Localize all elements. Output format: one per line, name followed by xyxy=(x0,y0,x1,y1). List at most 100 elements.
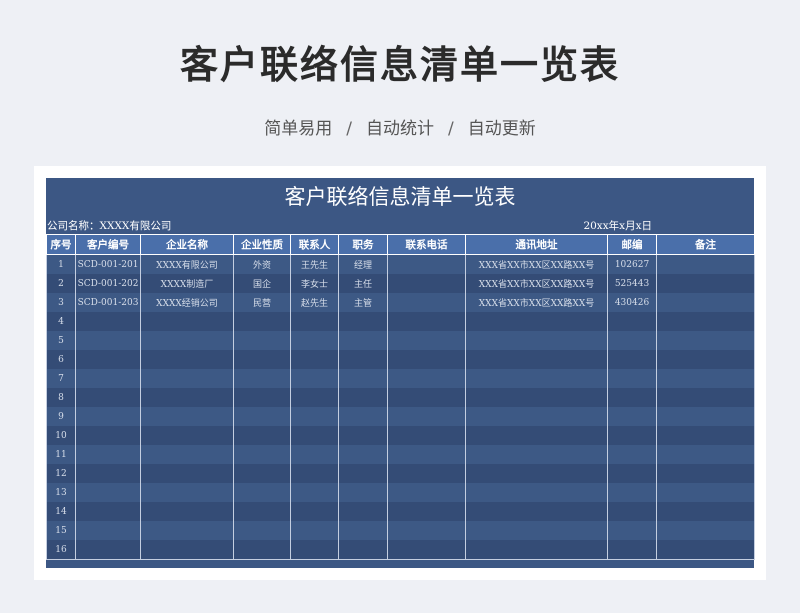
table-cell[interactable] xyxy=(607,369,657,388)
table-cell[interactable]: 2 xyxy=(46,274,76,293)
table-cell[interactable] xyxy=(656,293,755,312)
table-cell[interactable] xyxy=(233,483,291,502)
table-cell[interactable] xyxy=(387,426,466,445)
table-cell[interactable] xyxy=(75,312,141,331)
table-cell[interactable] xyxy=(387,502,466,521)
table-cell[interactable]: 11 xyxy=(46,445,76,464)
table-cell[interactable] xyxy=(233,502,291,521)
table-cell[interactable] xyxy=(290,369,339,388)
table-cell[interactable] xyxy=(140,369,234,388)
table-cell[interactable]: XXXX经销公司 xyxy=(140,293,234,312)
table-cell[interactable] xyxy=(75,388,141,407)
table-cell[interactable] xyxy=(75,426,141,445)
table-cell[interactable] xyxy=(290,464,339,483)
table-cell[interactable] xyxy=(465,388,608,407)
table-cell[interactable] xyxy=(607,331,657,350)
table-cell[interactable] xyxy=(233,350,291,369)
table-cell[interactable]: 12 xyxy=(46,464,76,483)
table-cell[interactable] xyxy=(233,464,291,483)
table-cell[interactable] xyxy=(607,540,657,560)
table-cell[interactable]: 1 xyxy=(46,254,76,274)
table-cell[interactable] xyxy=(656,312,755,331)
table-cell[interactable] xyxy=(290,407,339,426)
table-cell[interactable] xyxy=(338,312,388,331)
table-cell[interactable] xyxy=(338,464,388,483)
table-cell[interactable] xyxy=(465,331,608,350)
table-cell[interactable] xyxy=(75,407,141,426)
table-cell[interactable] xyxy=(656,521,755,540)
table-cell[interactable] xyxy=(387,350,466,369)
table-cell[interactable]: 民营 xyxy=(233,293,291,312)
table-cell[interactable] xyxy=(75,445,141,464)
table-cell[interactable] xyxy=(607,407,657,426)
table-cell[interactable]: SCD-001-203 xyxy=(75,293,141,312)
table-cell[interactable] xyxy=(75,331,141,350)
table-cell[interactable] xyxy=(607,483,657,502)
table-cell[interactable]: 主任 xyxy=(338,274,388,293)
table-cell[interactable] xyxy=(338,369,388,388)
table-cell[interactable]: 3 xyxy=(46,293,76,312)
table-cell[interactable] xyxy=(387,369,466,388)
table-cell[interactable]: XXX省XX市XX区XX路XX号 xyxy=(465,293,608,312)
table-cell[interactable]: 国企 xyxy=(233,274,291,293)
table-cell[interactable] xyxy=(607,502,657,521)
table-cell[interactable]: 5 xyxy=(46,331,76,350)
table-cell[interactable] xyxy=(338,426,388,445)
table-cell[interactable] xyxy=(387,254,466,274)
table-cell[interactable] xyxy=(75,350,141,369)
table-cell[interactable] xyxy=(290,540,339,560)
table-cell[interactable] xyxy=(656,254,755,274)
table-cell[interactable] xyxy=(607,426,657,445)
table-cell[interactable] xyxy=(465,407,608,426)
table-cell[interactable] xyxy=(233,445,291,464)
table-cell[interactable]: 李女士 xyxy=(290,274,339,293)
table-cell[interactable] xyxy=(465,502,608,521)
table-cell[interactable] xyxy=(290,502,339,521)
table-cell[interactable] xyxy=(338,540,388,560)
table-cell[interactable] xyxy=(465,464,608,483)
table-cell[interactable] xyxy=(140,445,234,464)
table-cell[interactable] xyxy=(290,331,339,350)
table-cell[interactable] xyxy=(233,312,291,331)
table-cell[interactable] xyxy=(290,521,339,540)
table-cell[interactable] xyxy=(607,464,657,483)
table-cell[interactable] xyxy=(338,350,388,369)
table-cell[interactable] xyxy=(607,521,657,540)
table-cell[interactable] xyxy=(233,407,291,426)
table-cell[interactable]: XXX省XX市XX区XX路XX号 xyxy=(465,274,608,293)
table-cell[interactable] xyxy=(140,331,234,350)
table-cell[interactable] xyxy=(387,407,466,426)
table-cell[interactable] xyxy=(465,521,608,540)
table-cell[interactable] xyxy=(338,388,388,407)
table-cell[interactable]: 430426 xyxy=(607,293,657,312)
table-cell[interactable] xyxy=(290,426,339,445)
table-cell[interactable] xyxy=(387,312,466,331)
table-cell[interactable] xyxy=(656,331,755,350)
table-cell[interactable]: 13 xyxy=(46,483,76,502)
table-cell[interactable] xyxy=(75,540,141,560)
table-cell[interactable] xyxy=(656,274,755,293)
table-cell[interactable]: 525443 xyxy=(607,274,657,293)
table-cell[interactable] xyxy=(387,293,466,312)
table-cell[interactable] xyxy=(233,426,291,445)
table-cell[interactable] xyxy=(387,274,466,293)
table-cell[interactable] xyxy=(656,369,755,388)
table-cell[interactable]: 15 xyxy=(46,521,76,540)
table-cell[interactable] xyxy=(290,483,339,502)
table-cell[interactable]: 8 xyxy=(46,388,76,407)
table-cell[interactable] xyxy=(656,426,755,445)
table-cell[interactable] xyxy=(338,445,388,464)
table-cell[interactable] xyxy=(75,502,141,521)
table-cell[interactable] xyxy=(140,464,234,483)
table-cell[interactable] xyxy=(465,445,608,464)
table-cell[interactable] xyxy=(233,521,291,540)
table-cell[interactable] xyxy=(465,426,608,445)
table-cell[interactable]: SCD-001-201 xyxy=(75,254,141,274)
table-cell[interactable] xyxy=(140,502,234,521)
table-cell[interactable] xyxy=(338,331,388,350)
table-cell[interactable] xyxy=(607,312,657,331)
table-cell[interactable] xyxy=(140,426,234,445)
table-cell[interactable] xyxy=(233,331,291,350)
table-cell[interactable]: 9 xyxy=(46,407,76,426)
table-cell[interactable]: 4 xyxy=(46,312,76,331)
